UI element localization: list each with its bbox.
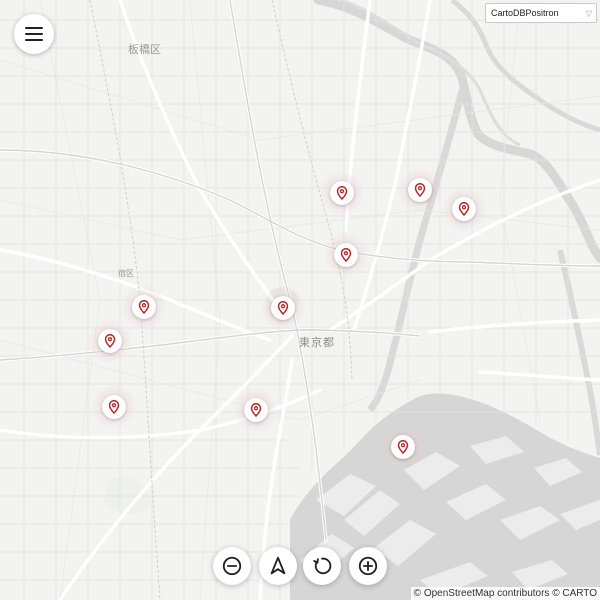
map-pin-icon	[414, 183, 426, 197]
marker-disc[interactable]	[452, 197, 476, 221]
map-pin-icon	[397, 440, 409, 454]
marker-disc[interactable]	[102, 395, 126, 419]
map-pin-icon	[138, 300, 150, 314]
hamburger-menu-icon	[25, 27, 43, 41]
map-pin-icon	[108, 400, 120, 414]
map-pin-icon	[104, 334, 116, 348]
map-canvas[interactable]: 板橋区 宿区 東京都 CartoDBPositron ▽ © OpenStree…	[0, 0, 600, 600]
reset-north-button[interactable]	[259, 547, 297, 585]
chevron-down-icon: ▽	[585, 8, 592, 18]
attribution-text[interactable]: OpenStreetMap contributors © CARTO	[424, 588, 597, 599]
basemap-selector-value: CartoDBPositron	[491, 8, 559, 18]
menu-button[interactable]	[14, 14, 54, 54]
map-pin-icon	[277, 301, 289, 315]
zoom-out-button[interactable]	[213, 547, 251, 585]
map-pin-icon	[336, 186, 348, 200]
marker-disc[interactable]	[391, 435, 415, 459]
zoom-in-button[interactable]	[349, 547, 387, 585]
navigation-arrow-icon	[270, 556, 286, 575]
marker-disc[interactable]	[98, 329, 122, 353]
marker-disc[interactable]	[132, 295, 156, 319]
marker-disc[interactable]	[408, 178, 432, 202]
marker-disc[interactable]	[271, 296, 295, 320]
marker-disc[interactable]	[330, 181, 354, 205]
map-pin-icon	[250, 403, 262, 417]
marker-disc[interactable]	[244, 398, 268, 422]
rotate-button[interactable]	[303, 547, 341, 585]
map-pin-icon	[458, 202, 470, 216]
minus-circle-icon	[222, 556, 242, 576]
map-attribution: © OpenStreetMap contributors © CARTO	[410, 587, 600, 600]
map-pin-icon	[340, 248, 352, 262]
plus-circle-icon	[358, 556, 378, 576]
rotate-icon	[313, 557, 332, 575]
marker-disc[interactable]	[334, 243, 358, 267]
map-controls	[213, 547, 387, 587]
basemap-selector[interactable]: CartoDBPositron ▽	[485, 3, 597, 23]
attribution-copyright: ©	[413, 588, 422, 599]
